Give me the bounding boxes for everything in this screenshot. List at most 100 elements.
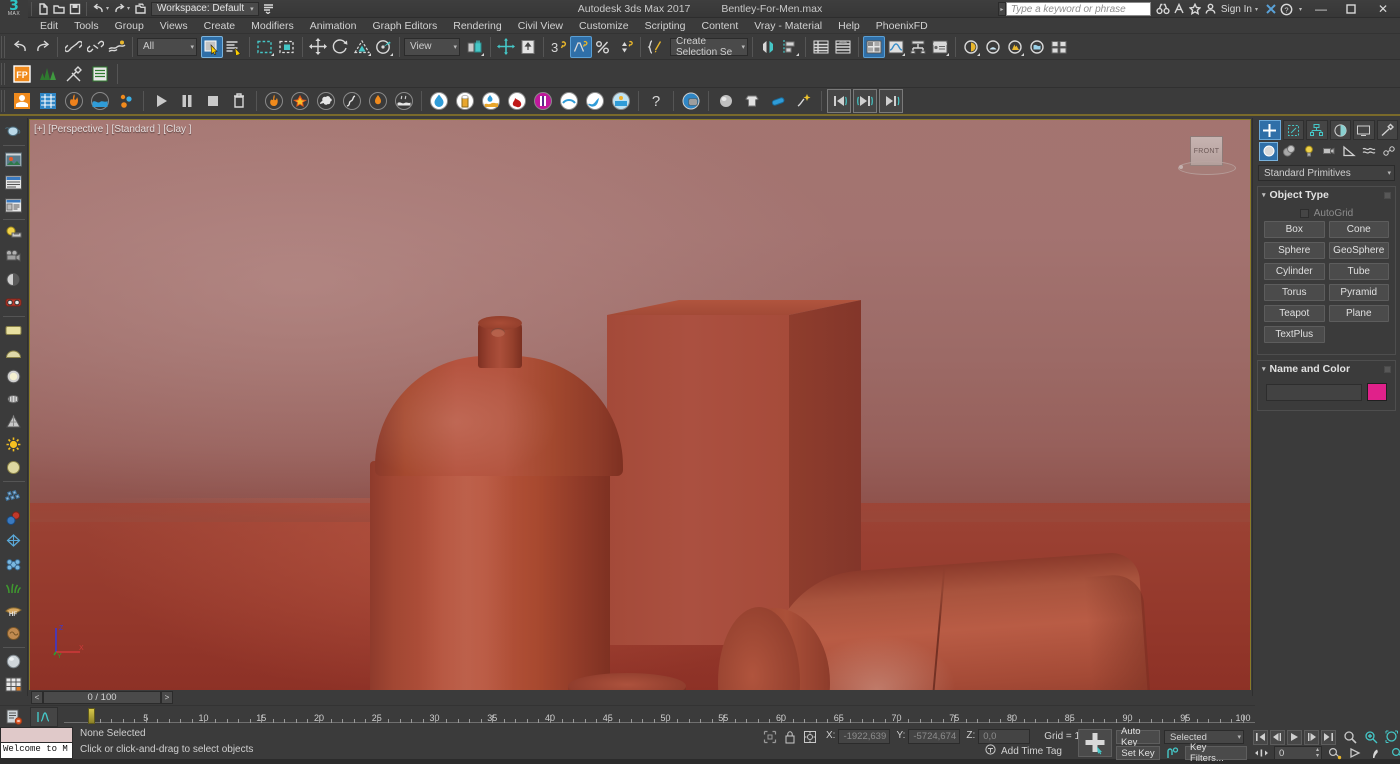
menu-item-phoenixfd[interactable]: PhoenixFD (868, 18, 936, 34)
selection-filter-dropdown[interactable]: All ▾ (137, 38, 197, 56)
vray-dome-icon[interactable] (2, 268, 26, 291)
helpers-category[interactable] (1339, 142, 1358, 161)
modify-tab[interactable] (1283, 120, 1305, 140)
menu-item-help[interactable]: Help (830, 18, 868, 34)
beer-preset-icon[interactable] (453, 89, 477, 113)
tools-wrench-icon[interactable] (62, 62, 86, 86)
perspective-viewport[interactable]: [+] [Perspective ] [Standard ] [Clay ] F… (29, 119, 1251, 693)
rendered-frame-window-icon[interactable] (982, 36, 1004, 58)
create-textplus-button[interactable]: TextPlus (1264, 326, 1325, 343)
vray-clipper-icon[interactable] (2, 553, 26, 576)
create-box-button[interactable]: Box (1264, 221, 1325, 238)
help-circle-icon[interactable]: ? (1279, 1, 1295, 17)
explosion-preset-icon[interactable] (288, 89, 312, 113)
select-and-scale-icon[interactable] (351, 36, 373, 58)
menu-item-vray-material[interactable]: Vray - Material (746, 18, 830, 34)
select-and-move-icon[interactable] (307, 36, 329, 58)
create-geosphere-button[interactable]: GeoSphere (1329, 242, 1390, 259)
percent-snap-toggle-icon[interactable] (570, 36, 592, 58)
next-frame-icon[interactable] (1304, 730, 1319, 745)
toolbar-grip[interactable] (1, 36, 7, 58)
edit-named-selection-icon[interactable] (645, 36, 667, 58)
particle-shader-icon[interactable] (792, 89, 816, 113)
vray-vfb-settings-icon[interactable] (2, 194, 26, 217)
phoenix-ocean-icon[interactable] (36, 89, 60, 113)
forest-pack-trees-icon[interactable] (36, 62, 60, 86)
close-button[interactable]: ✕ (1366, 0, 1400, 18)
prev-frame-button[interactable]: < (31, 691, 43, 704)
x-coord-field[interactable]: -1922,639 (838, 729, 890, 744)
time-slider-handle[interactable] (88, 708, 95, 724)
restore-button[interactable] (1336, 0, 1366, 18)
prev-frame-icon[interactable] (827, 89, 851, 113)
primitive-type-dropdown[interactable]: Standard Primitives ▾ (1258, 165, 1395, 181)
source-icon[interactable] (714, 89, 738, 113)
phoenix-properties-icon[interactable] (679, 89, 703, 113)
phoenix-particle-icon[interactable] (114, 89, 138, 113)
vray-sphere-fade-icon[interactable] (2, 456, 26, 479)
create-teapot-button[interactable]: Teapot (1264, 305, 1325, 322)
pause-icon[interactable] (175, 89, 199, 113)
selection-lock-icon[interactable] (780, 728, 800, 746)
motion-tab[interactable] (1330, 120, 1352, 140)
vray-proxy-icon[interactable] (2, 410, 26, 433)
vray-light-material-icon[interactable] (2, 365, 26, 388)
menu-item-tools[interactable]: Tools (66, 18, 107, 34)
create-pyramid-button[interactable]: Pyramid (1329, 284, 1390, 301)
open-file-icon[interactable] (51, 1, 67, 17)
favorites-star-icon[interactable] (1187, 1, 1203, 17)
viewcube[interactable]: FRONT (1178, 134, 1236, 182)
mirror-icon[interactable] (757, 36, 779, 58)
fire-preset-icon[interactable] (262, 89, 286, 113)
maxscript-mini-listener[interactable]: Welcome to M (0, 727, 73, 759)
hierarchy-tab[interactable] (1306, 120, 1328, 140)
undo-icon[interactable] (9, 36, 31, 58)
align-icon[interactable] (779, 36, 801, 58)
sign-in-button[interactable]: Sign In (1221, 4, 1252, 15)
y-coord-field[interactable]: -5724,674 (908, 729, 960, 744)
steam-preset-icon[interactable] (392, 89, 416, 113)
systems-category[interactable] (1379, 142, 1398, 161)
phoenix-fire-icon[interactable] (62, 89, 86, 113)
material-editor-icon[interactable] (863, 36, 885, 58)
search-expand-icon[interactable]: ▸ (998, 2, 1006, 16)
shapes-category[interactable] (1279, 142, 1298, 161)
window-crossing-icon[interactable] (276, 36, 298, 58)
select-link-icon[interactable] (62, 36, 84, 58)
current-frame-field[interactable]: 0 / 100 (43, 691, 161, 704)
menu-item-modifiers[interactable]: Modifiers (243, 18, 302, 34)
bind-space-warp-icon[interactable] (106, 36, 128, 58)
rollout-header[interactable]: ▾ Name and Color (1258, 361, 1395, 377)
activeshade-icon[interactable] (1026, 36, 1048, 58)
new-file-icon[interactable] (35, 1, 51, 17)
create-cone-button[interactable]: Cone (1329, 221, 1390, 238)
menu-item-civil-view[interactable]: Civil View (510, 18, 571, 34)
vray-sphere-icon[interactable] (2, 342, 26, 365)
mapper-icon[interactable] (740, 89, 764, 113)
select-and-rotate-icon[interactable] (329, 36, 351, 58)
toggle-curve-editor-icon[interactable] (30, 707, 58, 727)
select-and-manipulate-icon[interactable] (1078, 729, 1112, 757)
play-icon[interactable] (1287, 730, 1302, 745)
goto-start-icon[interactable] (1253, 730, 1268, 745)
undo-icon[interactable] (90, 1, 106, 17)
water-preset-icon[interactable] (427, 89, 451, 113)
force-icon[interactable] (766, 89, 790, 113)
maxscript-output-line[interactable]: Welcome to M (1, 743, 72, 758)
reference-coordinate-system-dropdown[interactable]: View ▾ (404, 38, 460, 56)
next-frame-icon[interactable] (879, 89, 903, 113)
time-slider[interactable]: < 0 / 100 > (29, 690, 1251, 705)
teapot-standard-icon[interactable] (2, 120, 26, 143)
ocean-preset-icon[interactable] (583, 89, 607, 113)
viewport-label[interactable]: [+] [Perspective ] [Standard ] [Clay ] (34, 124, 192, 135)
scene-explorer-icon[interactable] (832, 36, 854, 58)
vray-mesh-icon[interactable] (2, 387, 26, 410)
spinner-snap-icon[interactable] (614, 36, 636, 58)
minimize-button[interactable]: — (1306, 0, 1336, 18)
viewport-render-icon[interactable] (2, 148, 26, 171)
frame-ruler[interactable]: 5 10 15 20 25 30 35 40 45 50 55 60 65 70… (64, 706, 1255, 728)
snaps-toggle-icon[interactable] (495, 36, 517, 58)
key-filters-button[interactable]: Key Filters... (1185, 746, 1247, 760)
menu-item-views[interactable]: Views (152, 18, 196, 34)
rollout-pin-icon[interactable] (1384, 366, 1391, 373)
